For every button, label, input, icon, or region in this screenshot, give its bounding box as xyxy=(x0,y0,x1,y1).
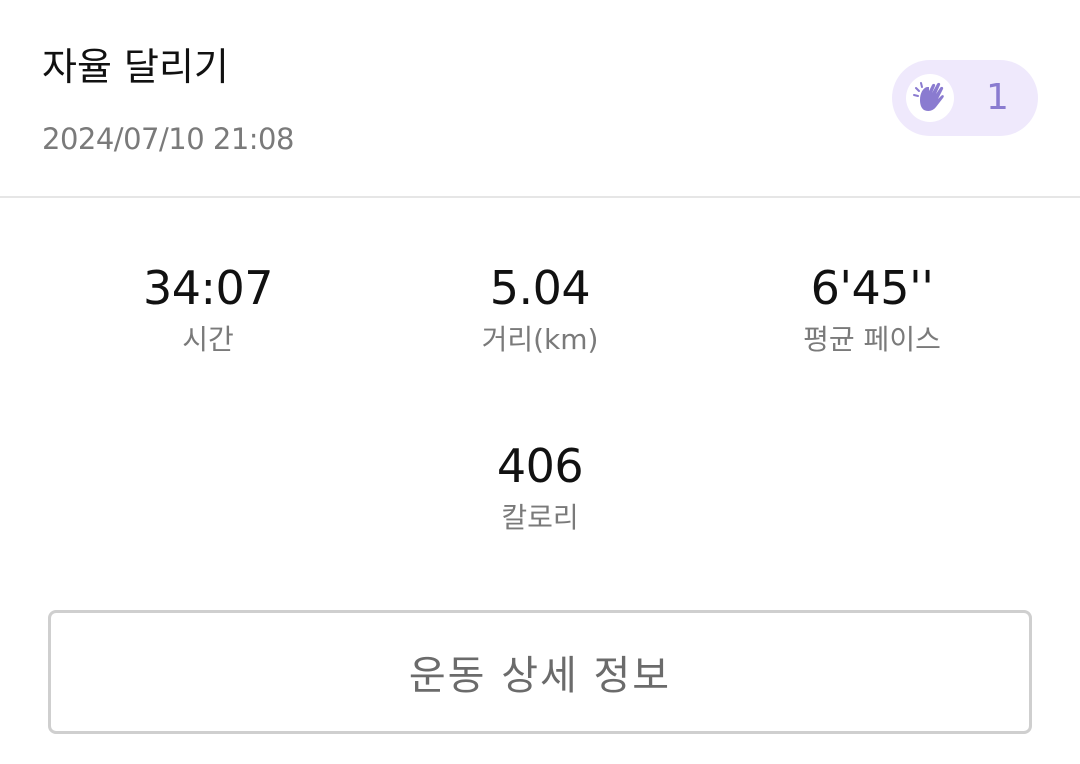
stat-distance-label: 거리(km) xyxy=(481,323,599,356)
stat-calories: 406 칼로리 xyxy=(390,438,690,536)
clapping-hands-icon xyxy=(906,74,954,122)
stat-pace-value: 6'45'' xyxy=(810,261,934,315)
stat-pace-label: 평균 페이스 xyxy=(803,323,941,356)
activity-stats: 34:07 시간 5.04 거리(km) 6'45'' 평균 페이스 406 칼… xyxy=(0,198,1080,598)
stat-distance-value: 5.04 xyxy=(489,261,591,315)
activity-title: 자율 달리기 xyxy=(42,45,229,89)
stat-time-value: 34:07 xyxy=(142,261,274,315)
workout-details-button[interactable]: 운동 상세 정보 xyxy=(48,610,1032,734)
stat-time: 34:07 시간 xyxy=(58,260,358,358)
stat-time-label: 시간 xyxy=(182,323,234,356)
clap-count: 1 xyxy=(986,77,1009,118)
activity-header: 자율 달리기 2024/07/10 21:08 1 xyxy=(0,0,1080,198)
stat-calories-value: 406 xyxy=(496,439,584,493)
stat-distance: 5.04 거리(km) xyxy=(390,260,690,358)
stat-pace: 6'45'' 평균 페이스 xyxy=(722,260,1022,358)
stat-calories-label: 칼로리 xyxy=(501,501,579,534)
activity-datetime: 2024/07/10 21:08 xyxy=(42,122,294,156)
clap-button[interactable]: 1 xyxy=(892,60,1038,136)
